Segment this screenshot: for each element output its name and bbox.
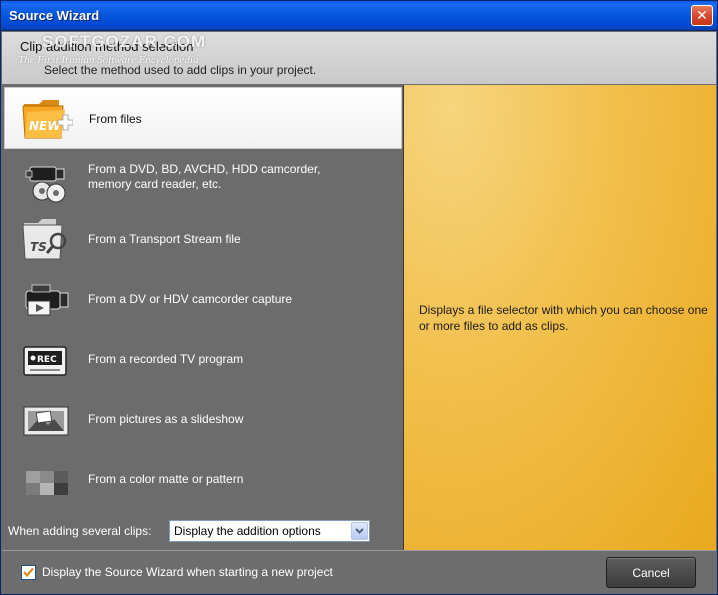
- show-wizard-checkbox[interactable]: [21, 565, 36, 580]
- chevron-down-icon[interactable]: [351, 522, 368, 540]
- method-item-from-pictures[interactable]: From pictures as a slideshow: [4, 389, 402, 451]
- method-label: From a DVD, BD, AVCHD, HDD camcorder, me…: [88, 162, 321, 191]
- title-bar[interactable]: Source Wizard ✕: [1, 1, 717, 31]
- method-label: From a color matte or pattern: [88, 472, 244, 486]
- several-clips-label: When adding several clips:: [8, 524, 152, 538]
- method-item-from-camcorder[interactable]: From a DV or HDV camcorder capture: [4, 269, 402, 331]
- method-item-from-files[interactable]: NEW From files: [4, 87, 402, 149]
- footer: Display the Source Wizard when starting …: [2, 550, 716, 594]
- window-title: Source Wizard: [9, 8, 100, 23]
- camcorder-capture-icon: [25, 284, 69, 316]
- svg-text:TS: TS: [30, 240, 47, 254]
- show-wizard-label[interactable]: Display the Source Wizard when starting …: [42, 565, 333, 579]
- several-clips-select[interactable]: Display the addition options: [169, 520, 370, 542]
- method-item-from-disc[interactable]: From a DVD, BD, AVCHD, HDD camcorder, me…: [4, 151, 402, 213]
- method-list: NEW From files From a DVD, BD, AVCHD, HD…: [2, 85, 402, 550]
- method-item-from-ts[interactable]: TS From a Transport Stream file: [4, 209, 402, 271]
- header: Clip addition method selection Select th…: [2, 32, 716, 84]
- close-button[interactable]: ✕: [691, 5, 713, 26]
- watermark-logo: SOFTGOZAR.COM: [42, 32, 207, 51]
- method-label: From pictures as a slideshow: [88, 412, 244, 426]
- method-label: From a recorded TV program: [88, 352, 244, 366]
- method-description: Displays a file selector with which you …: [419, 303, 708, 333]
- slideshow-icon: [23, 406, 69, 436]
- color-matte-icon: [26, 471, 68, 495]
- method-label: From a Transport Stream file: [88, 232, 241, 246]
- source-wizard-window: Source Wizard ✕ Clip addition method sel…: [0, 0, 718, 595]
- checkmark-icon: [23, 567, 34, 578]
- method-label: From files: [89, 112, 142, 126]
- svg-text:REC: REC: [37, 355, 57, 365]
- method-item-from-tv[interactable]: REC From a recorded TV program: [4, 329, 402, 391]
- method-label: From a DV or HDV camcorder capture: [88, 292, 293, 306]
- cancel-button[interactable]: Cancel: [606, 557, 696, 588]
- camcorder-disc-icon: [25, 166, 66, 203]
- several-clips-value: Display the addition options: [174, 524, 321, 538]
- description-panel: Displays a file selector with which you …: [403, 85, 716, 550]
- new-folder-icon: NEW: [22, 100, 73, 139]
- method-item-from-color-matte[interactable]: From a color matte or pattern: [4, 449, 402, 511]
- close-icon: ✕: [696, 7, 708, 24]
- tv-rec-icon: REC: [23, 346, 67, 376]
- svg-text:NEW: NEW: [29, 119, 61, 133]
- ts-folder-icon: TS: [22, 219, 67, 260]
- watermark-tagline: The First Iranian Software Encyclopedia: [18, 54, 199, 66]
